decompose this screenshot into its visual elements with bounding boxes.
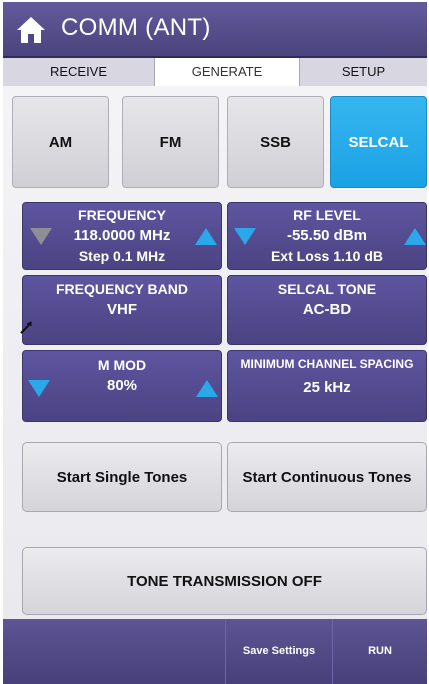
frequency-step: Step 0.1 MHz bbox=[78, 248, 166, 264]
frequency-value: 118.0000 MHz bbox=[73, 227, 171, 244]
min-channel-spacing-panel[interactable]: MINIMUM CHANNEL SPACING 25 kHz bbox=[227, 350, 427, 422]
start-continuous-tones-button[interactable]: Start Continuous Tones bbox=[227, 442, 427, 512]
min-channel-spacing-value: 25 kHz bbox=[303, 379, 351, 396]
tab-setup[interactable]: SETUP bbox=[300, 58, 427, 86]
selcal-tone-panel[interactable]: SELCAL TONE AC-BD bbox=[227, 275, 427, 345]
title-bar: COMM (ANT) bbox=[3, 2, 427, 58]
rf-level-ext-loss: Ext Loss 1.10 dB bbox=[270, 248, 384, 264]
m-mod-value: 80% bbox=[106, 377, 138, 394]
footer-bar: Save Settings RUN bbox=[3, 619, 427, 684]
rf-level-decrease-icon[interactable] bbox=[234, 228, 256, 245]
frequency-band-panel[interactable]: FREQUENCY BAND VHF bbox=[22, 275, 222, 345]
frequency-band-label: FREQUENCY BAND bbox=[56, 281, 188, 297]
rf-level-value: -55.50 dBm bbox=[286, 227, 368, 244]
frequency-increase-icon[interactable] bbox=[195, 228, 217, 245]
mode-ssb-button[interactable]: SSB bbox=[227, 96, 324, 188]
mode-fm-button[interactable]: FM bbox=[122, 96, 219, 188]
rf-level-label: RF LEVEL bbox=[293, 207, 361, 223]
min-channel-spacing-label: MINIMUM CHANNEL SPACING bbox=[240, 357, 414, 371]
save-settings-button[interactable]: Save Settings bbox=[225, 619, 332, 684]
tab-bar: RECEIVE GENERATE SETUP bbox=[3, 58, 427, 86]
home-icon[interactable] bbox=[15, 15, 47, 45]
selcal-tone-label: SELCAL TONE bbox=[277, 281, 377, 297]
frequency-label: FREQUENCY bbox=[78, 207, 166, 223]
mouse-pointer-icon bbox=[20, 321, 32, 334]
frequency-decrease-icon[interactable] bbox=[30, 228, 52, 245]
m-mod-label: M MOD bbox=[97, 357, 147, 373]
tab-generate[interactable]: GENERATE bbox=[155, 58, 300, 86]
start-single-tones-button[interactable]: Start Single Tones bbox=[22, 442, 222, 512]
app-window: COMM (ANT) RECEIVE GENERATE SETUP AM FM … bbox=[0, 0, 429, 684]
frequency-band-value: VHF bbox=[107, 301, 137, 318]
run-button[interactable]: RUN bbox=[332, 619, 427, 684]
frequency-panel[interactable]: FREQUENCY 118.0000 MHz Step 0.1 MHz bbox=[22, 202, 222, 270]
rf-level-increase-icon[interactable] bbox=[404, 228, 426, 245]
m-mod-increase-icon[interactable] bbox=[196, 380, 218, 397]
mode-selcal-button[interactable]: SELCAL bbox=[330, 96, 427, 188]
rf-level-panel[interactable]: RF LEVEL -55.50 dBm Ext Loss 1.10 dB bbox=[227, 202, 427, 270]
page-title: COMM (ANT) bbox=[61, 14, 211, 41]
selcal-tone-value: AC-BD bbox=[302, 301, 352, 318]
tab-receive[interactable]: RECEIVE bbox=[3, 58, 155, 86]
generate-panel: AM FM SSB SELCAL FREQUENCY 118.0000 MHz … bbox=[3, 86, 427, 619]
tone-transmission-button[interactable]: TONE TRANSMISSION OFF bbox=[22, 547, 427, 615]
m-mod-decrease-icon[interactable] bbox=[28, 380, 50, 397]
m-mod-panel[interactable]: M MOD 80% bbox=[22, 350, 222, 422]
mode-am-button[interactable]: AM bbox=[12, 96, 109, 188]
